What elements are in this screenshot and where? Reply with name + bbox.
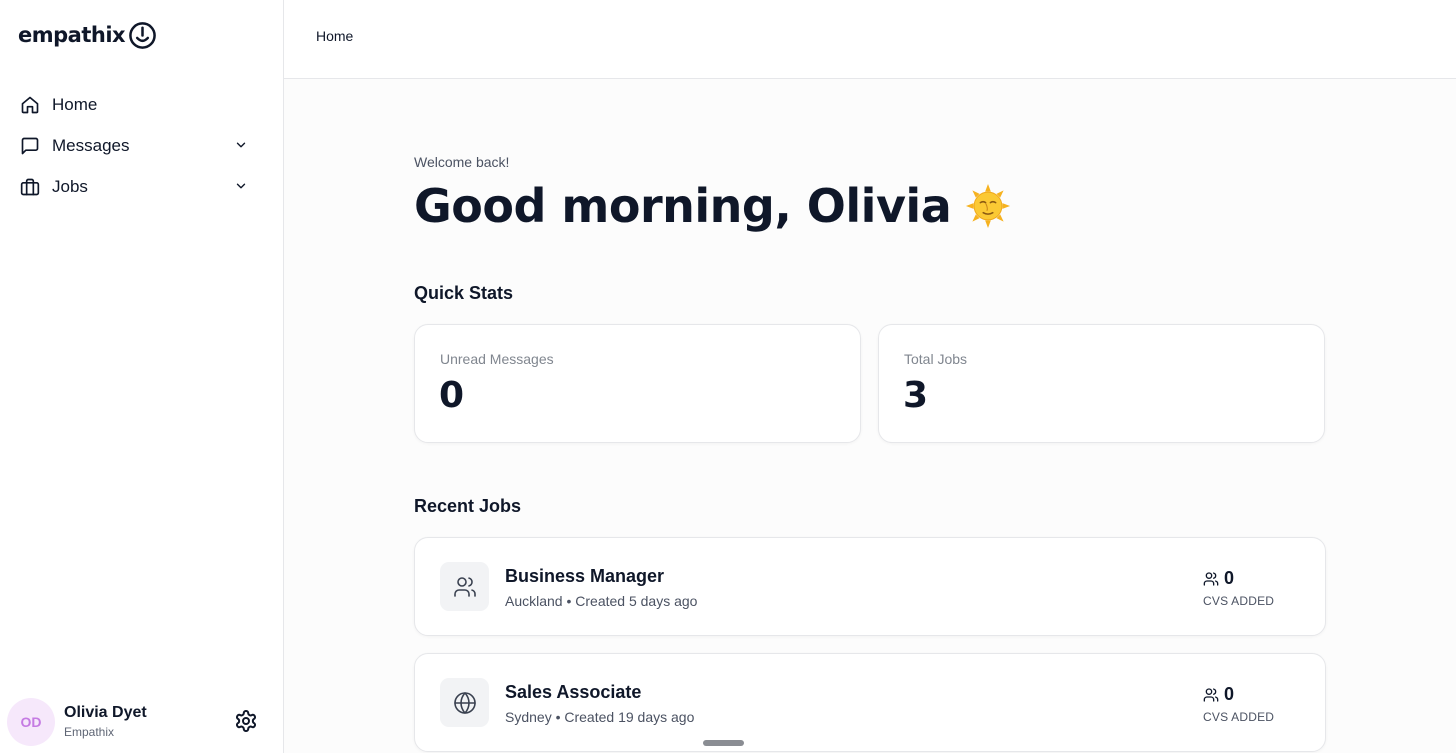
sidebar-item-jobs[interactable]: Jobs bbox=[0, 166, 283, 207]
home-icon bbox=[19, 94, 40, 115]
job-title[interactable]: Business Manager bbox=[505, 566, 664, 587]
greeting-text: Good morning, Olivia bbox=[414, 179, 952, 233]
stat-card-total-jobs[interactable]: Total Jobs 3 bbox=[878, 324, 1325, 443]
message-square-icon bbox=[19, 135, 40, 156]
avatar[interactable]: OD bbox=[7, 698, 55, 746]
page-title: Good morning, Olivia bbox=[414, 178, 1011, 234]
cv-count-label: CVS ADDED bbox=[1203, 710, 1275, 724]
cv-count-value: 0 bbox=[1224, 684, 1235, 704]
users-icon bbox=[453, 576, 476, 597]
smile-logo-icon bbox=[129, 21, 156, 49]
stat-label: Unread Messages bbox=[440, 351, 554, 367]
cv-count: 0 bbox=[1203, 568, 1234, 589]
profile-name: Olivia Dyet bbox=[64, 704, 147, 721]
breadcrumb[interactable]: Home bbox=[316, 28, 353, 44]
sidebar-nav: Home Messages Jobs bbox=[0, 84, 283, 207]
sun-face-icon bbox=[966, 183, 1011, 229]
gear-icon[interactable] bbox=[234, 709, 258, 733]
job-title[interactable]: Sales Associate bbox=[505, 682, 641, 703]
job-icon-box bbox=[440, 678, 489, 727]
stat-card-unread-messages[interactable]: Unread Messages 0 bbox=[414, 324, 861, 443]
sidebar-item-messages[interactable]: Messages bbox=[0, 125, 283, 166]
top-bar: Home bbox=[284, 0, 1456, 79]
brand-name: empathix bbox=[18, 23, 126, 47]
stat-label: Total Jobs bbox=[904, 351, 968, 367]
sidebar-item-label: Messages bbox=[52, 135, 130, 155]
stat-value: 0 bbox=[439, 375, 465, 416]
chevron-down-icon[interactable] bbox=[234, 138, 248, 152]
sidebar: empathix Home Messages Jobs OD Olivia Dy… bbox=[0, 0, 284, 753]
profile-org: Empathix bbox=[64, 725, 115, 739]
sidebar-item-home[interactable]: Home bbox=[0, 84, 283, 125]
sidebar-item-label: Home bbox=[52, 94, 98, 114]
cv-count-value: 0 bbox=[1224, 568, 1235, 588]
job-meta: Sydney • Created 19 days ago bbox=[505, 709, 695, 725]
cv-count-label: CVS ADDED bbox=[1203, 594, 1275, 608]
job-meta: Auckland • Created 5 days ago bbox=[505, 593, 698, 609]
briefcase-icon bbox=[19, 176, 40, 197]
users-icon bbox=[1203, 571, 1219, 586]
sidebar-item-label: Jobs bbox=[52, 176, 88, 196]
job-card-sales-associate[interactable]: Sales Associate Sydney • Created 19 days… bbox=[414, 653, 1326, 752]
chevron-down-icon[interactable] bbox=[234, 179, 248, 193]
job-icon-box bbox=[440, 562, 489, 611]
job-card-business-manager[interactable]: Business Manager Auckland • Created 5 da… bbox=[414, 537, 1326, 636]
profile-text: Olivia Dyet Empathix bbox=[64, 703, 147, 741]
brand-logo[interactable]: empathix bbox=[18, 20, 157, 50]
scroll-handle[interactable] bbox=[703, 740, 744, 746]
users-icon bbox=[1203, 687, 1219, 702]
recent-jobs-title: Recent Jobs bbox=[414, 496, 522, 516]
welcome-text: Welcome back! bbox=[414, 154, 510, 170]
globe-icon bbox=[453, 691, 476, 714]
cv-count: 0 bbox=[1203, 684, 1234, 705]
user-profile[interactable]: OD Olivia Dyet Empathix bbox=[7, 697, 277, 747]
quick-stats-title: Quick Stats bbox=[414, 283, 514, 303]
stat-value: 3 bbox=[903, 375, 929, 416]
